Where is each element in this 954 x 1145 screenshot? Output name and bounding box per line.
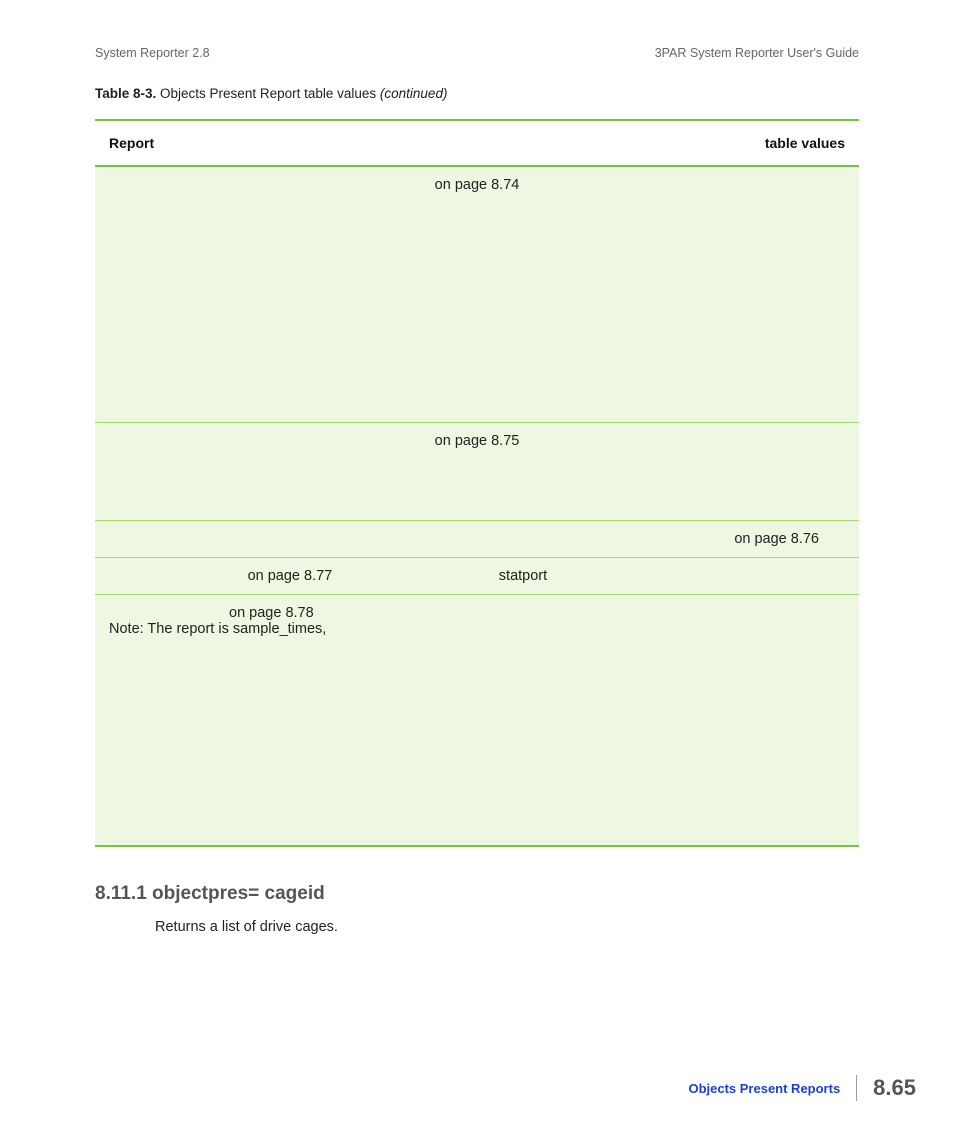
table-row: on page 8.74: [95, 166, 859, 422]
table-row: on page 8.75: [95, 422, 859, 520]
table-header-values: table values: [485, 120, 859, 166]
table-cell-line2: Note: The report is sample_times,: [109, 621, 326, 637]
table-header-report: Report: [95, 120, 485, 166]
table-cell: on page 8.78 Note: The report is sample_…: [95, 594, 859, 846]
table-cell-line1: on page 8.78: [109, 605, 845, 621]
section-body: Returns a list of drive cages.: [95, 919, 859, 935]
footer-divider: [856, 1075, 857, 1101]
table-caption-text: Objects Present Report table values: [156, 86, 380, 101]
table-cell: on page 8.75: [95, 422, 859, 520]
table-caption-suffix: (continued): [380, 86, 448, 101]
table-caption: Table 8-3. Objects Present Report table …: [95, 86, 859, 101]
header-right: 3PAR System Reporter User's Guide: [655, 46, 859, 60]
table-caption-label: Table 8-3.: [95, 86, 156, 101]
footer-page-number: 8.65: [873, 1075, 916, 1101]
header-left: System Reporter 2.8: [95, 46, 210, 60]
objects-present-table: Report table values on page 8.74 on page…: [95, 119, 859, 847]
table-cell: on page 8.74: [95, 166, 859, 422]
table-header-row: Report table values: [95, 120, 859, 166]
table-row: on page 8.77 statport: [95, 557, 859, 594]
table-cell: on page 8.77: [95, 557, 485, 594]
page-footer: Objects Present Reports 8.65: [688, 1075, 916, 1101]
table-row: on page 8.76: [95, 520, 859, 557]
section-heading: 8.11.1 objectpres= cageid: [95, 883, 859, 905]
table-cell: statport: [485, 557, 859, 594]
footer-section-label: Objects Present Reports: [688, 1081, 840, 1096]
table-row: on page 8.78 Note: The report is sample_…: [95, 594, 859, 846]
table-cell: on page 8.76: [95, 520, 859, 557]
